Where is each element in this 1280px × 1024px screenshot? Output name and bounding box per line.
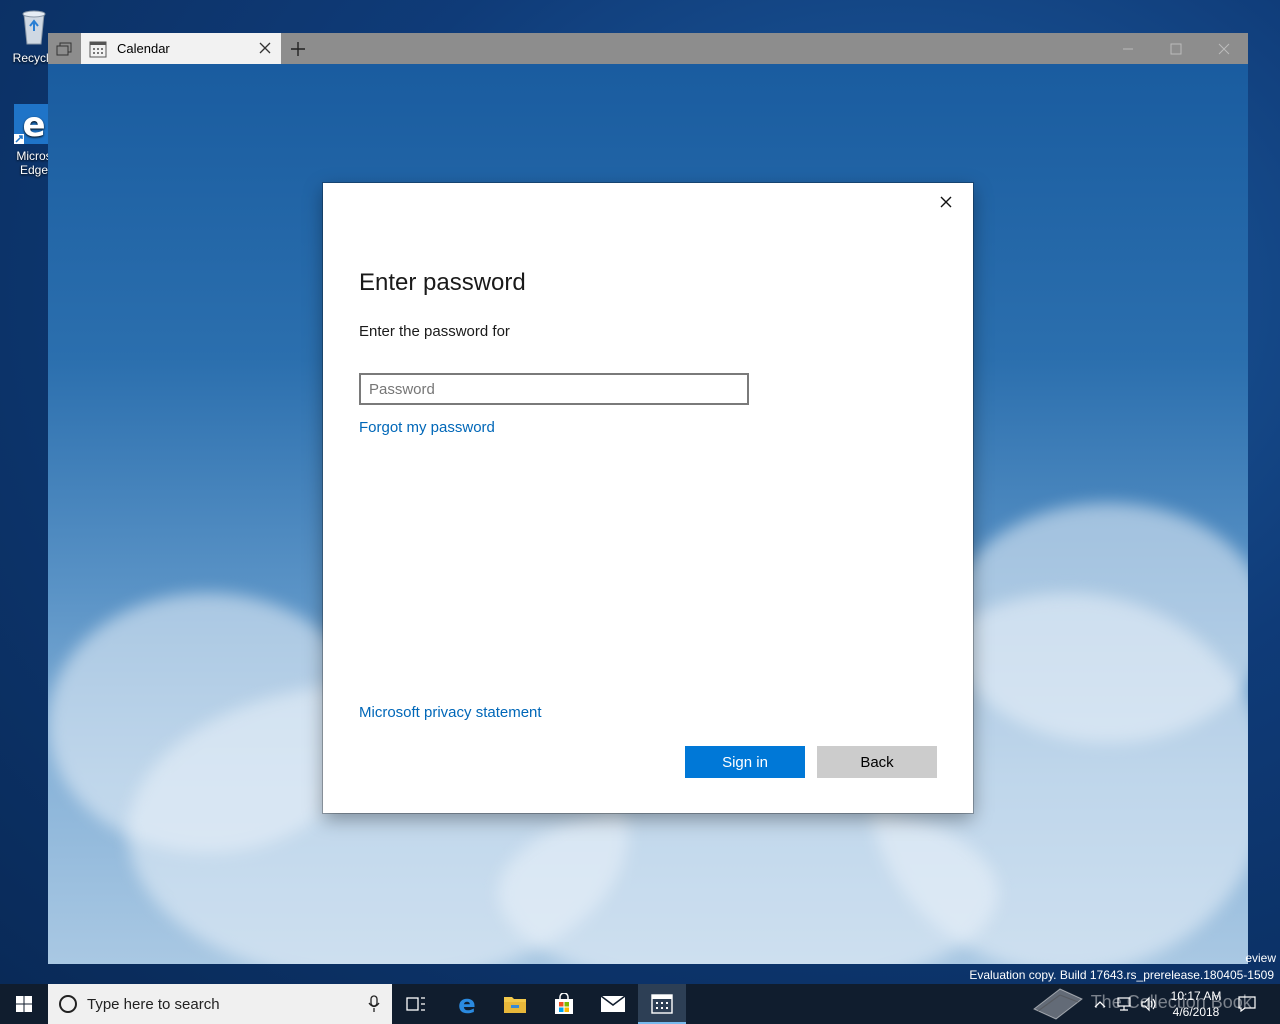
task-view-button[interactable] — [392, 984, 440, 1024]
collection-watermark-text: The Collection Book — [1090, 991, 1252, 1012]
taskbar-file-explorer[interactable] — [491, 984, 539, 1024]
task-view-icon — [406, 997, 425, 1011]
password-dialog: Enter password Enter the password for Fo… — [323, 183, 973, 813]
microphone-icon[interactable] — [368, 995, 380, 1013]
close-icon — [940, 196, 952, 208]
dialog-title: Enter password — [359, 269, 526, 296]
collection-watermark: The Collection Book — [1030, 985, 1252, 1021]
taskbar-mail[interactable] — [589, 984, 637, 1024]
calendar-icon — [89, 41, 107, 57]
edition-watermark: eview — [1245, 951, 1276, 965]
forgot-password-link[interactable]: Forgot my password — [359, 419, 495, 436]
new-tab-icon[interactable] — [288, 39, 308, 59]
window-close-button[interactable] — [1200, 33, 1248, 64]
cortana-icon — [59, 995, 77, 1013]
maximize-button[interactable] — [1152, 33, 1200, 64]
calendar-icon — [651, 994, 673, 1014]
window-titlebar: Calendar — [48, 33, 1248, 64]
tab-switcher-button[interactable] — [48, 33, 80, 64]
password-input[interactable] — [359, 373, 749, 405]
close-icon — [1218, 43, 1230, 54]
folder-icon — [504, 997, 526, 1013]
tab-close-icon[interactable] — [257, 40, 273, 56]
taskbar-calendar[interactable] — [638, 984, 686, 1024]
svg-text:e: e — [458, 992, 476, 1016]
start-button[interactable] — [0, 984, 48, 1024]
edge-shortcut-label: Micros Edge — [16, 149, 52, 177]
sign-in-button[interactable]: Sign in — [685, 746, 805, 778]
minimize-button[interactable] — [1104, 33, 1152, 64]
maximize-icon — [1170, 43, 1182, 54]
back-button[interactable]: Back — [817, 746, 937, 778]
dialog-close-button[interactable] — [933, 189, 959, 215]
edge-icon: e — [458, 992, 476, 1016]
minimize-icon — [1123, 48, 1133, 49]
taskbar-edge[interactable]: e — [443, 984, 491, 1024]
taskbar-search-box[interactable]: Type here to search — [48, 984, 392, 1024]
dialog-subtitle: Enter the password for — [359, 323, 510, 340]
tab-calendar[interactable]: Calendar — [81, 33, 281, 64]
book-stamp-icon — [1033, 988, 1083, 1020]
tab-title: Calendar — [117, 41, 170, 56]
svg-text:e: e — [22, 105, 45, 144]
evaluation-watermark: Evaluation copy. Build 17643.rs_prerelea… — [969, 968, 1274, 982]
tabs-icon — [56, 42, 72, 55]
windows-logo-icon — [16, 996, 32, 1012]
search-placeholder: Type here to search — [87, 995, 220, 1013]
mail-icon — [600, 995, 626, 1012]
taskbar-store[interactable] — [540, 984, 588, 1024]
privacy-statement-link[interactable]: Microsoft privacy statement — [359, 704, 542, 721]
store-icon — [555, 993, 573, 1014]
